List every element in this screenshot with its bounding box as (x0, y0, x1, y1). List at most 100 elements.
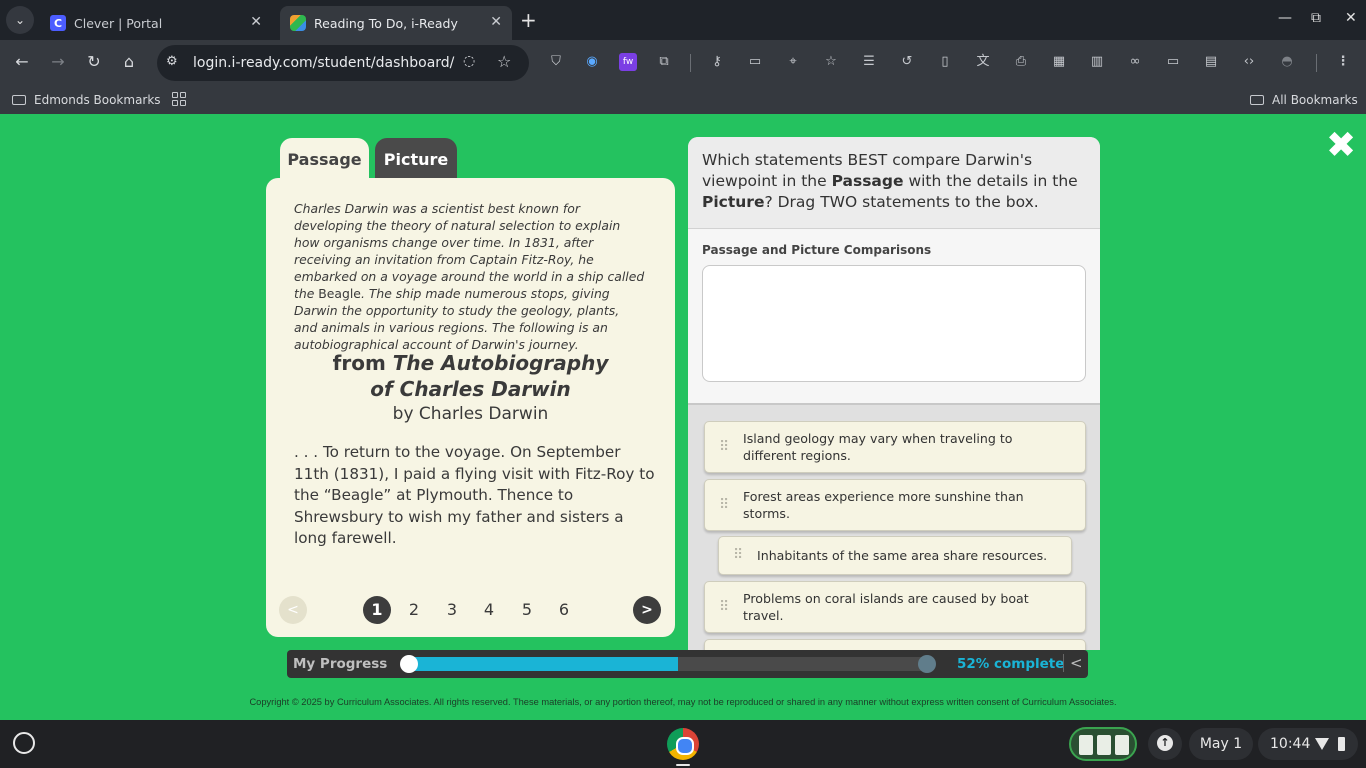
drag-handle-icon[interactable]: ⠿ (719, 480, 729, 530)
close-window-button[interactable]: ✕ (1345, 10, 1357, 26)
prompt-bold-picture: Picture (702, 193, 765, 211)
code-icon[interactable]: ‹› (1240, 53, 1258, 71)
new-tab-button[interactable]: + (520, 8, 537, 32)
drag-handle-icon[interactable]: ⠿ (719, 582, 729, 632)
draggable-statement-partial[interactable] (704, 639, 1086, 650)
clever-favicon-icon: C (50, 15, 66, 31)
drag-handle-icon[interactable]: ⠿ (719, 422, 729, 472)
tab-passage[interactable]: Passage (280, 138, 369, 182)
bookmark-label: All Bookmarks (1272, 93, 1358, 107)
tab-search-button[interactable]: ⌄ (6, 6, 34, 34)
progress-track (404, 657, 930, 671)
star-outline-icon[interactable]: ☆ (822, 53, 840, 71)
intro-ship-name: Beagle (318, 286, 361, 301)
answer-dropzone[interactable] (702, 265, 1086, 382)
draggable-statement[interactable]: ⠿ Inhabitants of the same area share res… (718, 536, 1072, 575)
url-text[interactable]: login.i-ready.com/student/dashboard/h... (193, 55, 455, 71)
link-icon[interactable]: ∞ (1126, 53, 1144, 71)
reload-button[interactable]: ↻ (83, 52, 105, 71)
vpn-icon[interactable]: ◉ (583, 53, 601, 71)
page-number-button[interactable]: 5 (513, 596, 541, 624)
page-number-button[interactable]: 3 (438, 596, 466, 624)
trash-icon[interactable]: ▯ (936, 53, 954, 71)
close-tab-icon[interactable]: ✕ (490, 14, 502, 30)
progress-end-marker (918, 655, 936, 673)
copyright-notice: Copyright © 2025 by Curriculum Associate… (249, 697, 1117, 707)
location-icon[interactable]: ⌖ (784, 53, 802, 71)
draggable-statement[interactable]: ⠿ Forest areas experience more sunshine … (704, 479, 1086, 531)
tab-title: Clever | Portal (74, 15, 163, 31)
menu-icon[interactable]: ⋮ (1334, 53, 1352, 71)
card-icon[interactable]: ▭ (746, 53, 764, 71)
incognito-icon[interactable]: ◓ (1278, 53, 1296, 71)
devices-icon[interactable]: ▭ (1164, 53, 1182, 71)
tab-strip: ⌄ C Clever | Portal ✕ Reading To Do, i-R… (0, 0, 1366, 40)
folder-icon (12, 95, 26, 105)
prompt-bold-passage: Passage (831, 172, 904, 190)
progress-bar: My Progress 52% complete < (287, 650, 1088, 678)
question-prompt: Which statements BEST compare Darwin's v… (702, 150, 1090, 213)
question-panel: Which statements BEST compare Darwin's v… (688, 137, 1100, 650)
title-line-2: of Charles Darwin (370, 377, 571, 401)
shield-icon[interactable]: ⛉ (547, 53, 565, 71)
page-number-button[interactable]: 4 (475, 596, 503, 624)
date-button[interactable]: May 1 (1189, 728, 1253, 760)
tab-title: Reading To Do, i-Ready (314, 15, 458, 31)
progress-fill (404, 657, 678, 671)
work-title: from The Autobiography of Charles Darwin (266, 350, 675, 402)
bookmark-star-icon[interactable]: ☆ (497, 52, 511, 71)
maximize-button[interactable]: ⧉ (1311, 10, 1321, 26)
page-number-button[interactable]: 1 (363, 596, 391, 624)
title-line-1: The Autobiography (392, 351, 609, 375)
bookmarks-bar: Edmonds Bookmarks All Bookmarks (0, 86, 1366, 114)
tab-picture[interactable]: Picture (375, 138, 457, 182)
translate-icon[interactable]: 文 (974, 53, 992, 71)
close-tab-icon[interactable]: ✕ (250, 14, 262, 30)
key-icon[interactable]: ⚷ (708, 53, 726, 71)
chrome-app-icon[interactable] (667, 728, 699, 760)
bookmark-all[interactable]: All Bookmarks (1250, 93, 1358, 107)
history-icon[interactable]: ↺ (898, 53, 916, 71)
forward-button[interactable]: → (47, 52, 69, 71)
byline: by Charles Darwin (392, 404, 549, 424)
back-button[interactable]: ← (11, 52, 33, 71)
os-shelf: May 1 10:44 (0, 720, 1366, 768)
draggable-statement[interactable]: ⠿ Island geology may vary when traveling… (704, 421, 1086, 473)
progress-percent: 52% complete (957, 656, 1065, 672)
address-bar[interactable]: ⚙ login.i-ready.com/student/dashboard/h.… (157, 45, 529, 81)
layout-icon[interactable]: ▤ (1202, 53, 1220, 71)
minimize-button[interactable]: — (1278, 10, 1292, 26)
apps-grid-icon[interactable] (172, 92, 186, 106)
home-button[interactable]: ⌂ (118, 52, 140, 71)
statement-text: Problems on coral islands are caused by … (743, 591, 1029, 623)
drag-handle-icon[interactable]: ⠿ (733, 537, 743, 574)
launcher-icon[interactable] (13, 732, 35, 754)
bookmark-edmonds[interactable]: Edmonds Bookmarks (12, 93, 161, 107)
page-number-button[interactable]: 6 (550, 596, 578, 624)
upload-icon[interactable] (1148, 728, 1182, 760)
reader-icon[interactable]: ☰ (860, 53, 878, 71)
clock-time: 10:44 (1270, 736, 1311, 752)
prompt-text: ? Drag TWO statements to the box. (764, 193, 1039, 211)
holding-space-thumbnails[interactable] (1069, 727, 1137, 761)
folder-icon (1250, 95, 1264, 105)
extension-fw-icon[interactable]: fw (619, 53, 637, 71)
site-settings-icon[interactable]: ⚙ (166, 54, 178, 69)
page-number-button[interactable]: 2 (400, 596, 428, 624)
puzzle-icon[interactable]: ⧉ (655, 53, 673, 71)
collapse-progress-button[interactable]: < (1063, 654, 1083, 672)
eye-off-icon[interactable]: ◌ (463, 53, 475, 69)
reading-mode-icon[interactable]: ▥ (1088, 53, 1106, 71)
tab-iready-active[interactable]: Reading To Do, i-Ready ✕ (280, 6, 512, 40)
browser-toolbar: ← → ↻ ⌂ ⚙ login.i-ready.com/student/dash… (0, 40, 1366, 86)
passage-panel: Charles Darwin was a scientist best know… (266, 178, 675, 637)
qr-icon[interactable]: ▦ (1050, 53, 1068, 71)
status-tray[interactable]: 10:44 (1258, 728, 1358, 760)
draggable-statement[interactable]: ⠿ Problems on coral islands are caused b… (704, 581, 1086, 633)
close-lesson-button[interactable]: ✖ (1326, 128, 1356, 164)
toolbar-divider (690, 54, 691, 72)
print-icon[interactable]: ⎙ (1012, 53, 1030, 71)
next-page-button[interactable]: > (633, 596, 661, 624)
tab-clever-portal[interactable]: C Clever | Portal ✕ (40, 6, 272, 40)
previous-page-button[interactable]: < (279, 596, 307, 624)
